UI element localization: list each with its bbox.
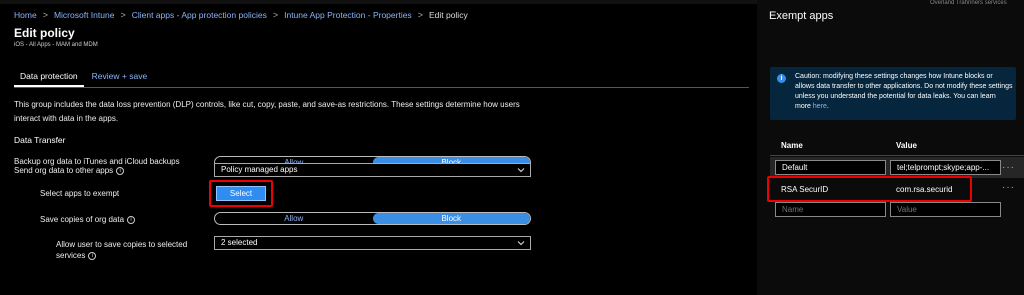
rsa-row-highlight [767,176,972,202]
column-header-value: Value [896,141,917,150]
new-value-input[interactable] [890,202,1001,217]
learn-more-link[interactable]: here [813,103,827,110]
page-title: Edit policy [14,26,75,40]
chevron-down-icon [517,241,525,246]
panel-title: Exempt apps [769,10,834,22]
breadcrumb-separator: > [272,10,279,20]
save-copies-label: Save copies of org data [40,215,125,224]
page-subtitle: iOS - All Apps - MAM and MDM [14,42,98,48]
default-name-field[interactable]: Default [775,160,886,175]
top-bar [0,0,757,4]
section-description: This group includes the data loss preven… [14,100,520,123]
tab-divider [14,87,749,88]
column-header-name: Name [781,141,803,150]
save-copies-block-option[interactable]: Block [372,213,530,224]
rsa-row-more-icon[interactable]: ··· [1002,182,1015,193]
breadcrumb-edit-policy: Edit policy [428,10,468,20]
save-copies-toggle[interactable]: Allow Block [214,212,531,225]
exempt-apps-label: Select apps to exempt [40,189,120,198]
caution-info-box: i Caution: modifying these settings chan… [770,67,1016,120]
breadcrumb-client-apps[interactable]: Client apps - App protection policies [132,10,267,20]
info-icon[interactable]: i [127,215,136,224]
select-apps-button[interactable]: Select [216,186,266,201]
breadcrumb: Home > Microsoft Intune > Client apps - … [14,10,468,20]
send-data-label: Send org data to other apps [14,166,114,175]
breadcrumb-home[interactable]: Home [14,10,37,20]
tab-bar: Data protection Review + save [14,69,153,87]
allow-save-dropdown[interactable]: 2 selected [214,236,531,250]
send-data-value: Policy managed apps [221,165,298,174]
info-icon: i [777,74,786,83]
tab-data-protection[interactable]: Data protection [14,69,84,87]
save-copies-allow-option[interactable]: Allow [215,213,373,224]
edit-policy-blade: Home > Microsoft Intune > Client apps - … [0,0,757,295]
tab-review-save[interactable]: Review + save [86,69,154,87]
save-copies-setting: Save copies of org data i [40,214,136,225]
caution-end: . [826,103,829,110]
breadcrumb-separator: > [42,10,48,20]
breadcrumb-separator: > [417,10,423,20]
chevron-down-icon [517,168,525,173]
exempt-apps-panel: Exempt apps i Caution: modifying these s… [757,0,1024,295]
table-header-divider [770,155,1024,156]
breadcrumb-app-protection-properties[interactable]: Intune App Protection - Properties [284,10,412,20]
header-account-text: Overland Trahnners services [930,0,1007,6]
default-value-field[interactable]: tel;telprompt;skype;app-... [890,160,1001,175]
allow-save-value: 2 selected [221,238,258,247]
allow-save-setting: Allow user to save copies to selected se… [56,239,206,261]
send-data-dropdown[interactable]: Policy managed apps [214,163,531,177]
section-heading-data-transfer: Data Transfer [14,135,66,145]
new-name-input[interactable] [775,202,886,217]
default-row-more-icon[interactable]: ··· [1002,162,1015,173]
allow-save-label: Allow user to save copies to selected se… [56,240,188,260]
caution-text: Caution: modifying these settings change… [795,72,1013,112]
breadcrumb-separator: > [120,10,126,20]
info-icon[interactable]: i [88,251,97,260]
send-data-setting: Send org data to other apps i [14,165,125,176]
info-icon[interactable]: i [116,166,125,175]
breadcrumb-microsoft-intune[interactable]: Microsoft Intune [54,10,114,20]
